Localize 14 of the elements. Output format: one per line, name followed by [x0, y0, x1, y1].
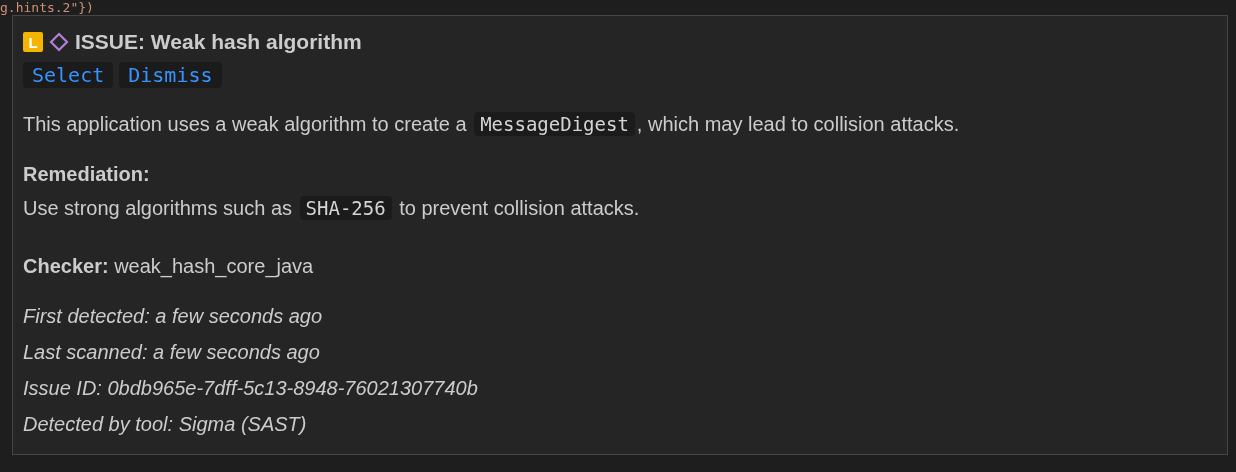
description-text: This application uses a weak algorithm to create a MessageDigest , which may lead to collision attacks. [23, 111, 961, 138]
code-line: g.hints.2"}) [0, 0, 94, 15]
meta-text: Last scanned: a few seconds ago [23, 340, 321, 365]
meta-text: Issue ID: 0bdb965e-7dff-5c13-8948-76021307740b [23, 376, 479, 401]
meta-text: Detected by tool: Sigma (SAST) [23, 412, 308, 437]
issue-title: ISSUE: Weak hash algorithm [75, 30, 362, 54]
severity-badge: L [23, 32, 43, 52]
checker-text: Checker: weak_hash_core_java [23, 254, 315, 280]
action-link[interactable]: Select [23, 62, 114, 88]
meta-text: First detected: a few seconds ago [23, 304, 324, 329]
action-link[interactable]: Dismiss [119, 62, 222, 88]
remediation-label: Remediation: [23, 162, 151, 187]
diamond-icon [49, 32, 69, 52]
remediation-text: Use strong algorithms such as SHA-256 to prevent collision attacks. [23, 195, 641, 222]
